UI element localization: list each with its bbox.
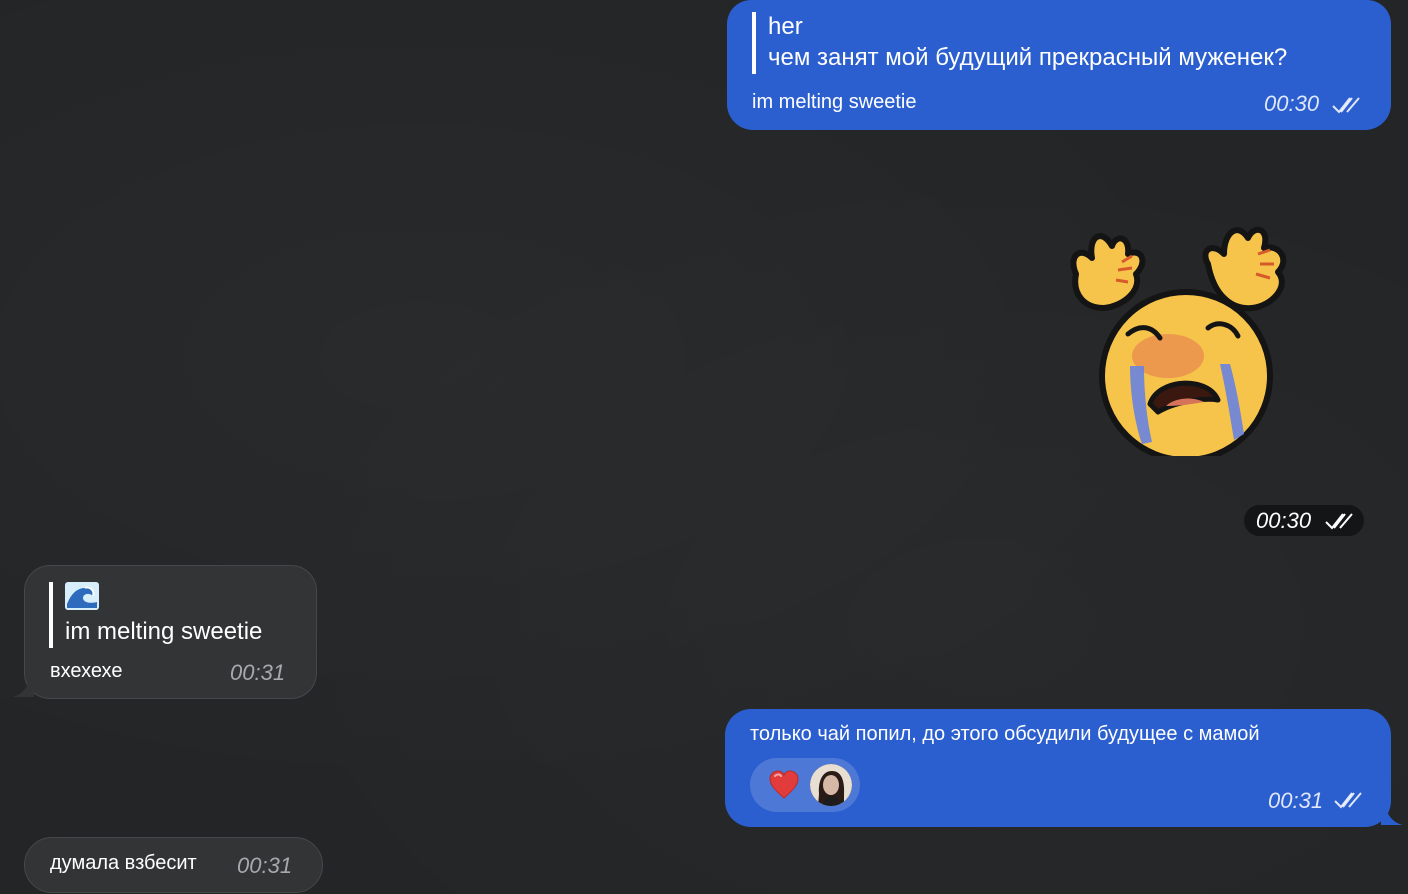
quote-text: im melting sweetie (65, 618, 263, 645)
double-check-icon (1332, 97, 1360, 114)
quote-title (65, 582, 262, 616)
quote-text: чем занят мой будущий прекрасный муженек… (768, 44, 1288, 71)
double-check-icon (1325, 513, 1353, 530)
message-text: im melting sweetie (752, 91, 917, 113)
message-reactions[interactable] (750, 758, 860, 812)
incoming-message-bubble[interactable]: im melting sweetie вхехехе 00:31 (24, 565, 317, 699)
quote-title: her (768, 13, 803, 40)
message-time: 00:30 (1256, 508, 1312, 533)
message-quote[interactable]: im melting sweetie (49, 582, 262, 648)
message-text: вхехехе (50, 660, 123, 682)
incoming-message-bubble[interactable]: думала взбесит 00:31 (24, 837, 323, 893)
left-hand-icon (1070, 233, 1146, 311)
avatar[interactable] (810, 764, 852, 806)
message-time: 00:31 (1268, 788, 1324, 813)
sticker-time-pill: 00:30 (1244, 505, 1364, 536)
message-text: только чай попил, до этого обсудили буду… (750, 723, 1260, 745)
avatar-image (810, 764, 852, 806)
double-check-icon (1334, 792, 1362, 809)
message-text: думала взбесит (50, 852, 197, 874)
outgoing-bubble-tail (1381, 805, 1403, 825)
heart-icon[interactable] (768, 770, 800, 800)
message-time: 00:31 (237, 853, 293, 878)
message-time: 00:31 (230, 660, 286, 685)
crying-emoji-sticker[interactable] (1058, 216, 1308, 456)
incoming-bubble-tail (12, 677, 34, 697)
message-quote[interactable]: her чем занят мой будущий прекрасный муж… (752, 12, 1287, 74)
message-time: 00:30 (1264, 91, 1320, 116)
outgoing-message-bubble[interactable]: her чем занят мой будущий прекрасный муж… (727, 0, 1391, 130)
crying-face-icon (1099, 289, 1273, 456)
wave-icon (65, 582, 99, 610)
